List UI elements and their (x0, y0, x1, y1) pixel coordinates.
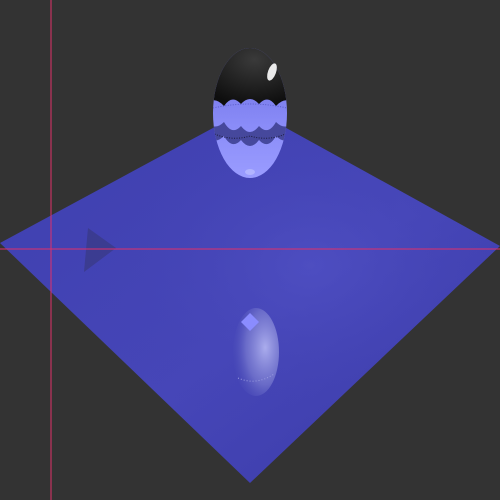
egg-bottom-glint (245, 169, 255, 175)
3d-viewport[interactable] (0, 0, 500, 500)
egg-top-shell (213, 48, 287, 106)
egg-reflection (233, 308, 279, 396)
scene-canvas[interactable] (0, 0, 500, 500)
